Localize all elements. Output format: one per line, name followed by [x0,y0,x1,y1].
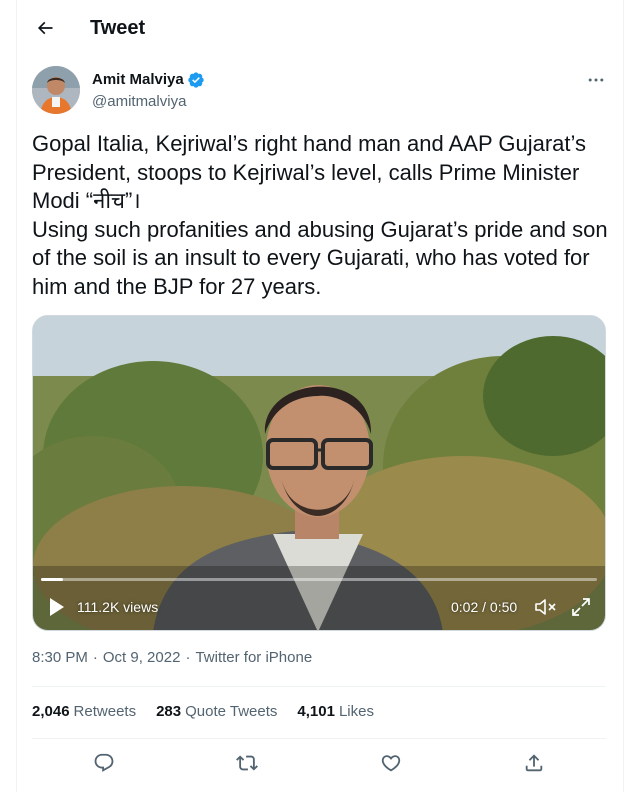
video-controls: 111.2K views 0:02 / 0:50 [33,592,605,624]
fullscreen-icon [572,598,590,616]
share-icon [526,754,543,772]
share-button[interactable] [517,747,551,779]
likes-stat[interactable]: 4,101 Likes [297,702,374,722]
author-handle[interactable]: @amitmalviya [92,92,186,112]
play-icon [50,598,64,616]
video-progress-bar[interactable] [41,578,597,581]
avatar[interactable] [32,66,80,114]
tweet-source[interactable]: Twitter for iPhone [195,649,312,666]
tweet-text: Gopal Italia, Kejriwal’s right hand man … [32,131,608,299]
retweets-stat[interactable]: 2,046 Retweets [32,702,136,722]
author-name-row[interactable]: Amit Malviya [92,70,205,90]
view-count: 111.2K views [77,599,159,615]
heart-icon [381,755,400,772]
arrow-left-icon [37,21,53,35]
more-button[interactable] [580,66,612,94]
header: Tweet [16,0,624,56]
reply-button[interactable] [87,747,121,779]
more-horizontal-icon [588,78,604,82]
video-frame [33,316,605,630]
verified-badge-icon [188,72,204,88]
quote-tweets-stat[interactable]: 283 Quote Tweets [156,702,277,722]
tweet-time[interactable]: 8:30 PM [32,649,88,666]
fullscreen-button[interactable] [569,595,593,619]
video-player[interactable]: 111.2K views 0:02 / 0:50 [32,315,606,631]
divider [32,686,606,687]
retweet-button[interactable] [230,747,264,779]
retweet-icon [236,755,259,771]
divider [32,738,606,739]
meta-separator: · [92,649,98,666]
stat-count: 283 [156,703,182,720]
avatar-image [32,66,80,114]
tweet-actions [32,747,606,779]
like-button[interactable] [374,747,408,779]
meta-separator: · [185,649,191,666]
volume-muted-icon [535,599,556,615]
page-title: Tweet [90,17,146,39]
video-progress-fill [41,578,64,581]
mute-button[interactable] [533,595,559,619]
stat-count: 4,101 [297,703,335,720]
stat-label: Retweets [73,703,137,720]
tweet-meta: 8:30 PM · Oct 9, 2022 · Twitter for iPhone [32,648,312,668]
play-button[interactable] [47,594,67,620]
tweet-stats: 2,046 Retweets 283 Quote Tweets 4,101 Likes [32,702,394,722]
author-name[interactable]: Amit Malviya [92,70,184,90]
tweet-date[interactable]: Oct 9, 2022 [103,649,181,666]
stat-count: 2,046 [32,703,70,720]
stat-label: Likes [338,703,374,720]
video-time: 0:02 / 0:50 [451,599,518,615]
back-button[interactable] [28,11,62,45]
reply-icon [94,753,114,772]
stat-label: Quote Tweets [185,703,278,720]
